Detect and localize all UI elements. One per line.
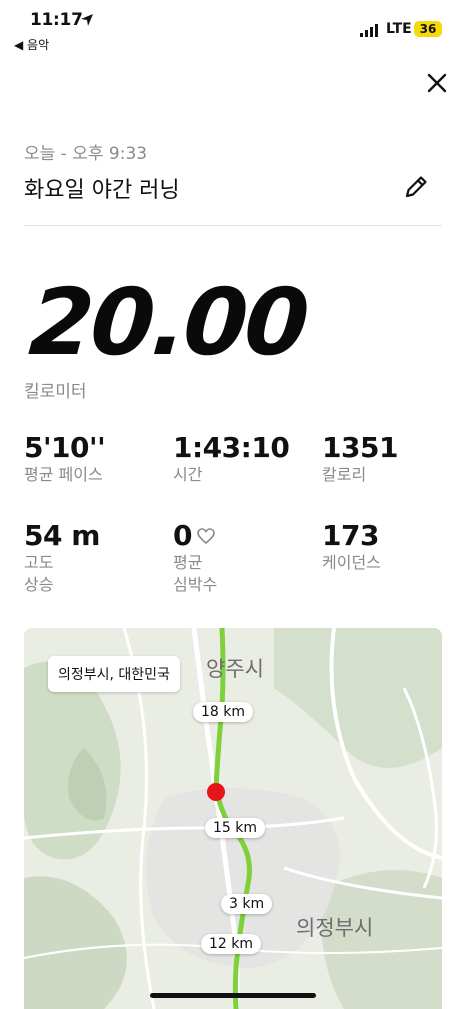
pencil-icon[interactable] [402, 173, 430, 201]
signal-icon [360, 24, 378, 37]
stat-value: 1:43:10 [173, 431, 290, 464]
km-marker: 15 km [205, 818, 266, 838]
home-indicator [150, 993, 316, 998]
back-to-app-link[interactable]: ◀ 음악 [14, 36, 49, 53]
stat-value: 0 [173, 519, 192, 552]
run-title: 화요일 야간 러닝 [24, 178, 180, 203]
status-time: 11:17 [30, 10, 83, 30]
stat-cadence: 173 케이던스 [322, 519, 381, 574]
km-marker: 18 km [193, 702, 254, 722]
heart-icon [197, 527, 215, 544]
stat-label: 고도 상승 [24, 553, 54, 594]
place-label-yangju: 양주시 [206, 657, 264, 681]
header-divider [24, 225, 442, 226]
stat-calories: 1351 칼로리 [322, 431, 398, 486]
distance-value: 20.00 [26, 269, 310, 376]
run-date: 오늘 - 오후 9:33 [24, 144, 148, 164]
stat-time: 1:43:10 시간 [173, 431, 290, 486]
stat-label: 평균 심박수 [173, 553, 218, 594]
place-label-uijeongbu: 의정부시 [296, 916, 374, 940]
stat-label: 평균 페이스 [24, 465, 103, 484]
start-marker [207, 783, 225, 801]
stat-value: 54 m [24, 519, 100, 552]
location-arrow-icon [81, 14, 93, 26]
stat-heart-rate: 0 평균 심박수 [173, 519, 217, 596]
stat-elevation: 54 m 고도 상승 [24, 519, 100, 596]
battery-indicator: 36 [414, 21, 442, 37]
stat-label: 칼로리 [322, 465, 367, 484]
stat-value: 1351 [322, 431, 398, 464]
distance-unit: 킬로미터 [24, 382, 87, 402]
network-type: LTE [386, 21, 412, 37]
km-marker: 12 km [201, 934, 262, 954]
stat-pace: 5'10'' 평균 페이스 [24, 431, 106, 486]
stat-label: 케이던스 [322, 553, 381, 572]
stat-label: 시간 [173, 465, 203, 484]
location-label: 의정부시, 대한민국 [48, 656, 180, 692]
close-icon[interactable] [424, 70, 450, 96]
stat-value: 173 [322, 519, 379, 552]
stat-value: 5'10'' [24, 431, 106, 464]
km-marker: 3 km [221, 894, 273, 914]
